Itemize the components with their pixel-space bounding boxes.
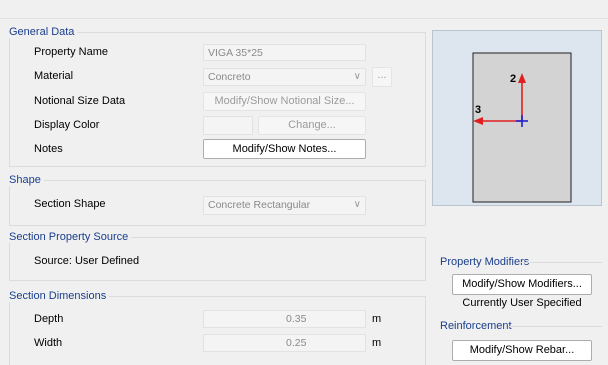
depth-field[interactable]: 0.35 [203, 310, 366, 328]
general-data-title: General Data [9, 26, 78, 38]
modify-modifiers-button[interactable]: Modify/Show Modifiers... [452, 274, 592, 295]
dimensions-title: Section Dimensions [9, 290, 110, 302]
axis-3-label: 3 [475, 104, 481, 116]
top-strip [0, 0, 608, 19]
notes-label: Notes [34, 143, 63, 155]
reinforcement-divider [508, 326, 602, 327]
dimensions-group [9, 296, 426, 365]
display-color-swatch [203, 116, 253, 135]
material-value: Concreto [208, 71, 251, 83]
width-label: Width [34, 337, 63, 349]
depth-unit: m [372, 313, 382, 325]
axis-2-label: 2 [510, 73, 516, 85]
reinforcement-title: Reinforcement [440, 320, 515, 332]
source-text: Source: User Defined [34, 255, 140, 267]
section-preview-drawing: 2 3 [472, 52, 572, 203]
section-shape-label: Section Shape [34, 198, 106, 210]
property-name-field[interactable]: VIGA 35*25 [203, 44, 366, 61]
width-field[interactable]: 0.25 [203, 334, 366, 352]
width-unit: m [372, 337, 382, 349]
modifiers-status: Currently User Specified [462, 297, 582, 309]
notional-size-button[interactable]: Modify/Show Notional Size... [203, 92, 366, 111]
change-color-button[interactable]: Change... [258, 116, 366, 135]
modifiers-divider [518, 262, 602, 263]
material-label: Material [34, 70, 74, 82]
shape-title: Shape [9, 174, 44, 186]
property-name-label: Property Name [34, 46, 108, 58]
material-more-button[interactable]: ... [372, 67, 392, 87]
display-color-label: Display Color [34, 119, 100, 131]
chevron-down-icon: ∨ [353, 199, 361, 210]
material-select[interactable]: Concreto ∨ [203, 68, 366, 86]
source-title: Section Property Source [9, 231, 132, 243]
modify-rebar-button[interactable]: Modify/Show Rebar... [452, 340, 592, 361]
notional-size-label: Notional Size Data [34, 95, 126, 107]
section-shape-select[interactable]: Concrete Rectangular ∨ [203, 196, 366, 215]
section-preview: 2 3 [432, 30, 602, 206]
chevron-down-icon: ∨ [353, 71, 361, 82]
section-shape-value: Concrete Rectangular [208, 199, 311, 211]
notes-button[interactable]: Modify/Show Notes... [203, 139, 366, 159]
depth-label: Depth [34, 313, 64, 325]
